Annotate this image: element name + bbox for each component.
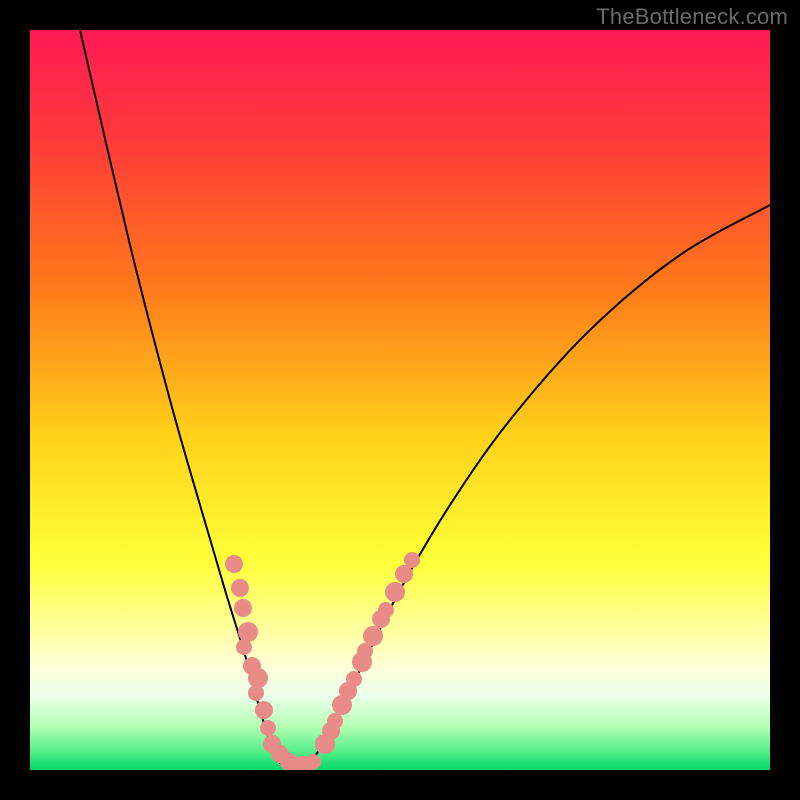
bottleneck-chart <box>30 30 770 770</box>
data-dot <box>236 639 252 655</box>
data-dot <box>248 685 264 701</box>
data-dot <box>234 599 252 617</box>
data-dot <box>238 622 258 642</box>
data-dot <box>231 579 249 597</box>
gradient-background <box>30 30 770 770</box>
data-dot <box>378 602 394 618</box>
watermark-text: TheBottleneck.com <box>596 4 788 30</box>
data-dot <box>255 701 273 719</box>
data-dot <box>327 713 343 729</box>
data-dot <box>260 720 276 736</box>
data-dot <box>305 754 321 770</box>
data-dot <box>385 582 405 602</box>
data-dot <box>363 626 383 646</box>
data-dot <box>248 668 268 688</box>
chart-frame <box>30 30 770 770</box>
data-dot <box>404 552 420 568</box>
data-dot <box>225 555 243 573</box>
data-dot <box>346 671 362 687</box>
